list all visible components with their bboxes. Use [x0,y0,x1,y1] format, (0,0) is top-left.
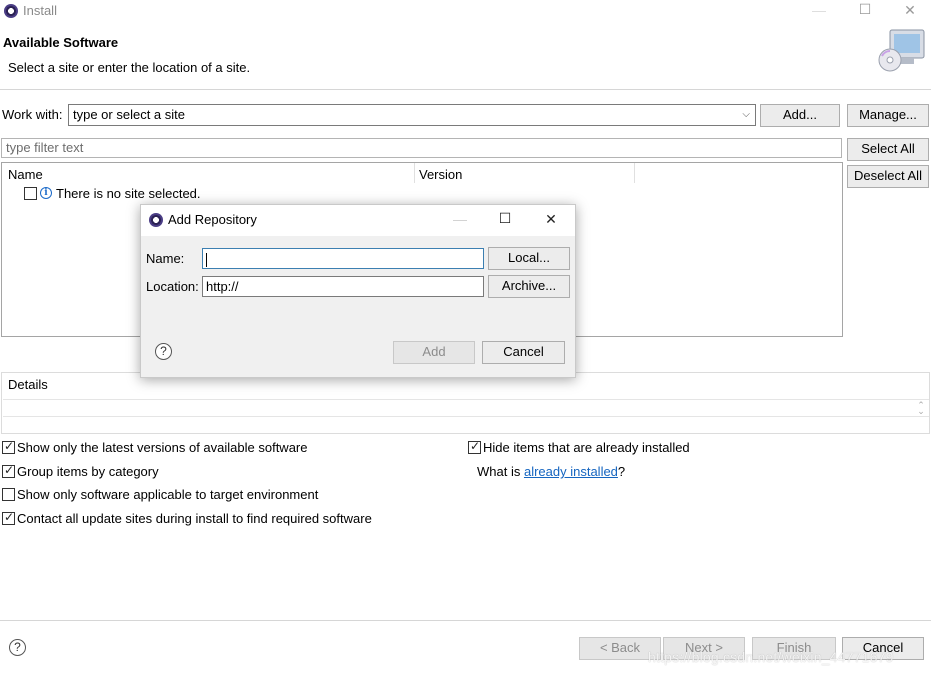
target-environment-label: Show only software applicable to target … [17,487,319,502]
location-field[interactable]: http:// [202,276,484,297]
details-label: Details [8,377,48,392]
what-is-suffix: ? [617,464,626,479]
tree-row-checkbox[interactable] [24,187,37,200]
maximize-icon[interactable]: ☐ [850,1,880,18]
add-site-button[interactable]: Add... [760,104,840,127]
work-with-value: type or select a site [73,107,185,122]
watermark-text: https://blog.csdn.net/weixin_44771679 [648,649,894,665]
group-by-category-checkbox[interactable] [2,463,15,478]
location-label: Location: [146,279,199,294]
chevron-down-icon[interactable]: ⌵ [742,105,750,125]
name-label: Name: [146,251,185,266]
contact-update-sites-checkbox[interactable] [2,510,15,525]
dialog-close-icon[interactable]: ✕ [536,211,566,228]
dialog-title: Add Repository [168,212,257,227]
details-group: Details ⌃ ⌄ [1,372,930,434]
page-description: Select a site or enter the location of a… [8,60,251,75]
group-by-category-label: Group items by category [17,464,159,479]
dialog-titlebar: Add Repository — ☐ ✕ [141,205,575,236]
hide-installed-checkbox[interactable] [468,439,481,454]
add-repository-dialog: Add Repository — ☐ ✕ Name: Local... Loca… [140,204,576,378]
what-is-installed-text: What is already installed? [477,464,625,479]
details-text-area[interactable]: ⌃ ⌄ [3,399,929,417]
what-is-prefix: What is [477,464,524,479]
latest-versions-checkbox[interactable] [2,439,15,454]
latest-versions-label: Show only the latest versions of availab… [17,440,308,455]
local-button[interactable]: Local... [488,247,570,270]
install-software-icon [878,29,925,72]
hide-installed-label: Hide items that are already installed [483,440,690,455]
window-titlebar: Install — ☐ ✕ [0,0,931,22]
name-field[interactable] [202,248,484,269]
filter-input[interactable]: type filter text [1,138,842,158]
dialog-help-icon[interactable]: ? [155,343,172,360]
work-with-label: Work with: [2,107,63,122]
target-environment-checkbox[interactable] [2,488,15,501]
eclipse-app-icon [149,213,163,227]
tree-row-label: There is no site selected. [56,186,201,201]
window-title: Install [23,3,57,18]
work-with-combo[interactable]: type or select a site ⌵ [68,104,756,126]
text-caret [206,252,207,267]
footer-divider [0,620,931,621]
dialog-maximize-icon[interactable]: ☐ [490,210,520,227]
dialog-cancel-button[interactable]: Cancel [482,341,565,364]
contact-update-sites-label: Contact all update sites during install … [17,511,372,526]
dialog-minimize-icon[interactable]: — [445,211,475,227]
info-icon: i [40,187,52,199]
column-divider [414,163,415,183]
select-all-button[interactable]: Select All [847,138,929,161]
already-installed-link[interactable]: already installed [524,464,618,479]
deselect-all-button[interactable]: Deselect All [847,165,929,188]
help-icon[interactable]: ? [9,639,26,656]
eclipse-app-icon [4,4,18,18]
manage-sites-button[interactable]: Manage... [847,104,929,127]
column-divider [634,163,635,183]
close-icon[interactable]: ✕ [895,2,925,19]
wizard-banner: Available Software Select a site or ente… [0,22,931,90]
column-header-version[interactable]: Version [419,167,462,182]
archive-button[interactable]: Archive... [488,275,570,298]
minimize-icon[interactable]: — [804,2,834,18]
scroll-arrows-icon[interactable]: ⌃ ⌄ [917,401,925,416]
column-header-name[interactable]: Name [8,167,43,182]
dialog-add-button[interactable]: Add [393,341,475,364]
page-title: Available Software [3,35,119,50]
